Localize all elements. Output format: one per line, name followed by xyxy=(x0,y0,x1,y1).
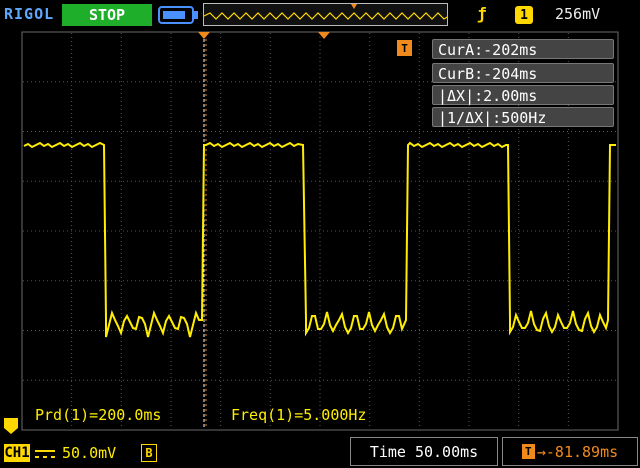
ch1-label[interactable]: CH1 xyxy=(4,444,30,462)
trigger-offset-icon: T xyxy=(521,444,535,459)
brand-logo: RIGOL xyxy=(4,5,55,23)
period-measurement: Prd(1)=200.0ms xyxy=(35,406,162,424)
battery-tip xyxy=(194,11,198,19)
memory-waveform-preview xyxy=(204,4,447,20)
cursor-delta-x-readout: |ΔX|:2.00ms xyxy=(432,85,614,105)
ch1-vertical-scale[interactable]: 50.0mV xyxy=(62,444,116,462)
trigger-marker-icon: T xyxy=(397,40,412,56)
cursor-inverse-delta-readout: |1/ΔX|:500Hz xyxy=(432,107,614,127)
cursor-b-readout: CurB:-204ms xyxy=(432,63,614,83)
bandwidth-limit-badge: B xyxy=(141,444,157,462)
trigger-level-readout: 256mV xyxy=(555,5,601,23)
cursor-a-readout: CurA:-202ms xyxy=(432,39,614,59)
trigger-offset-readout[interactable]: T →-81.89ms xyxy=(502,437,638,466)
trigger-source-badge[interactable]: 1 xyxy=(515,6,533,24)
frequency-measurement: Freq(1)=5.000Hz xyxy=(231,406,367,424)
ch1-ground-marker[interactable] xyxy=(4,418,18,434)
run-stop-status[interactable]: STOP xyxy=(62,4,152,26)
battery-icon xyxy=(158,6,194,24)
memory-depth-overview xyxy=(203,3,448,26)
rising-edge-icon: ƒ xyxy=(477,4,487,23)
trigger-offset-value: →-81.89ms xyxy=(536,442,619,461)
timebase-readout[interactable]: Time 50.00ms xyxy=(350,437,498,466)
dc-coupling-icon xyxy=(35,450,55,458)
